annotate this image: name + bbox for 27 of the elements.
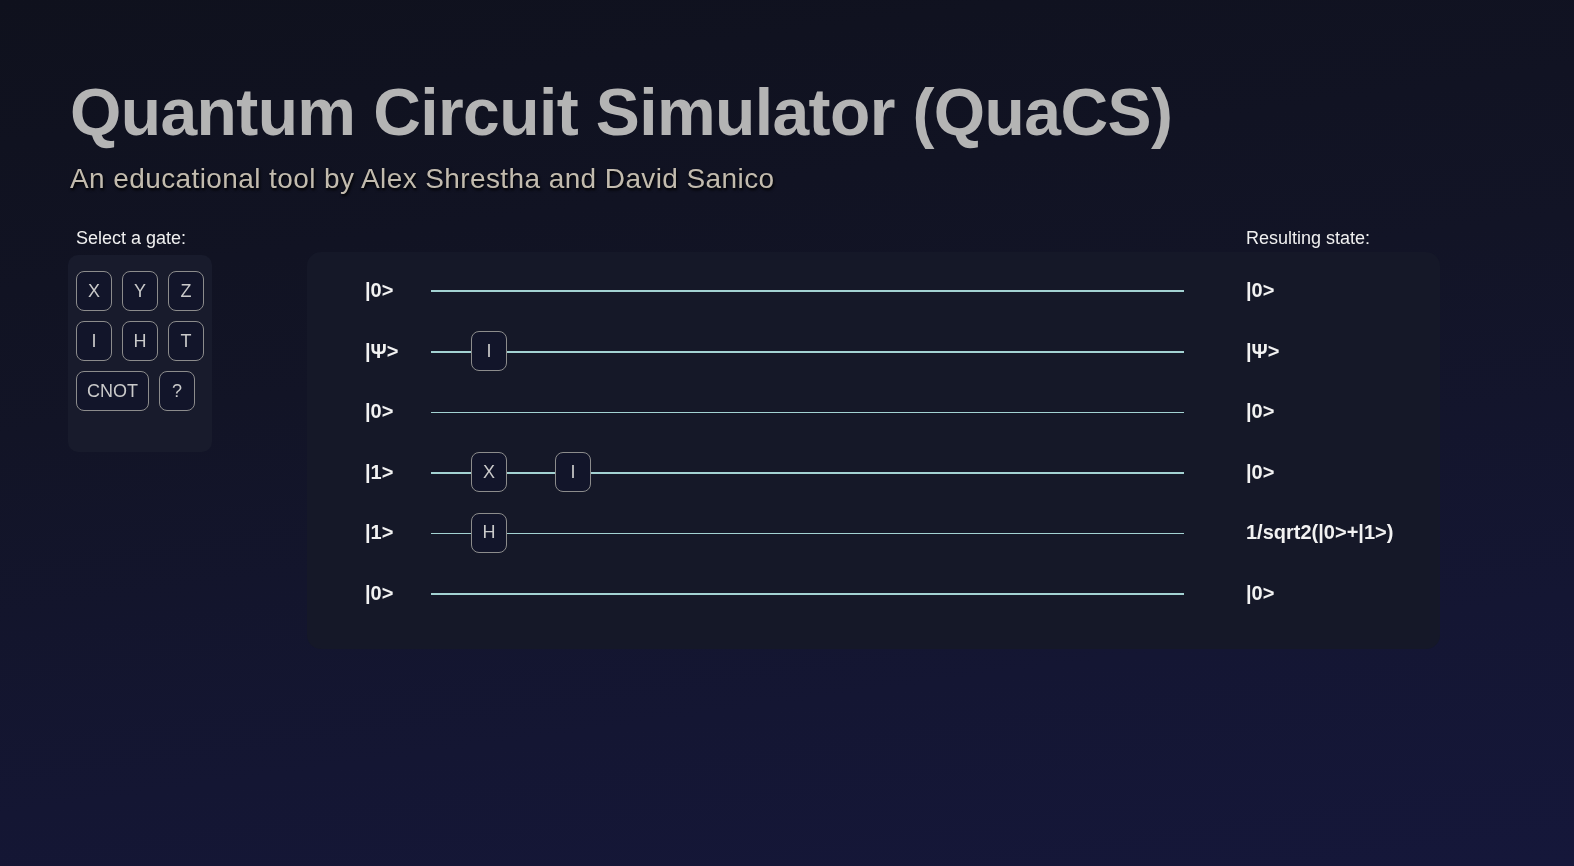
qubit-output-state: |0> <box>1246 400 1275 424</box>
qubit-input-state: |0> <box>365 279 394 302</box>
circuit-gate[interactable]: H <box>471 512 507 553</box>
qubit-input-state: |Ψ> <box>365 339 399 363</box>
result-label: Resulting state: <box>1246 227 1371 250</box>
palette-label: Select a gate: <box>76 227 187 250</box>
qubit-output-state: |0> <box>1246 279 1275 302</box>
qubit-input-state: |1> <box>365 460 394 484</box>
gate-button[interactable]: I <box>76 321 112 362</box>
gate-button[interactable]: H <box>122 321 158 362</box>
qubit-output-state: |0> <box>1246 460 1275 484</box>
gate-button[interactable]: Z <box>168 271 204 312</box>
qubit-input-state: |0> <box>365 400 394 424</box>
gate-button[interactable]: Y <box>122 271 158 312</box>
gate-button[interactable]: CNOT <box>76 371 149 412</box>
page-subtitle: An educational tool by Alex Shrestha and David Sanico <box>70 162 775 196</box>
qubit-output-state: |0> <box>1246 581 1275 605</box>
circuit-gate[interactable]: X <box>471 452 507 493</box>
circuit-gate[interactable]: I <box>471 331 507 372</box>
circuit-gate[interactable]: I <box>555 452 591 493</box>
qubit-input-state: |1> <box>365 521 394 545</box>
gate-button[interactable]: ? <box>159 371 195 412</box>
gate-button[interactable]: X <box>76 271 112 312</box>
qubit-output-state: 1/sqrt2(|0>+|1>) <box>1246 521 1394 545</box>
gate-button[interactable]: T <box>168 321 204 362</box>
qubit-input-state: |0> <box>365 581 394 605</box>
qubit-output-state: |Ψ> <box>1246 339 1280 363</box>
